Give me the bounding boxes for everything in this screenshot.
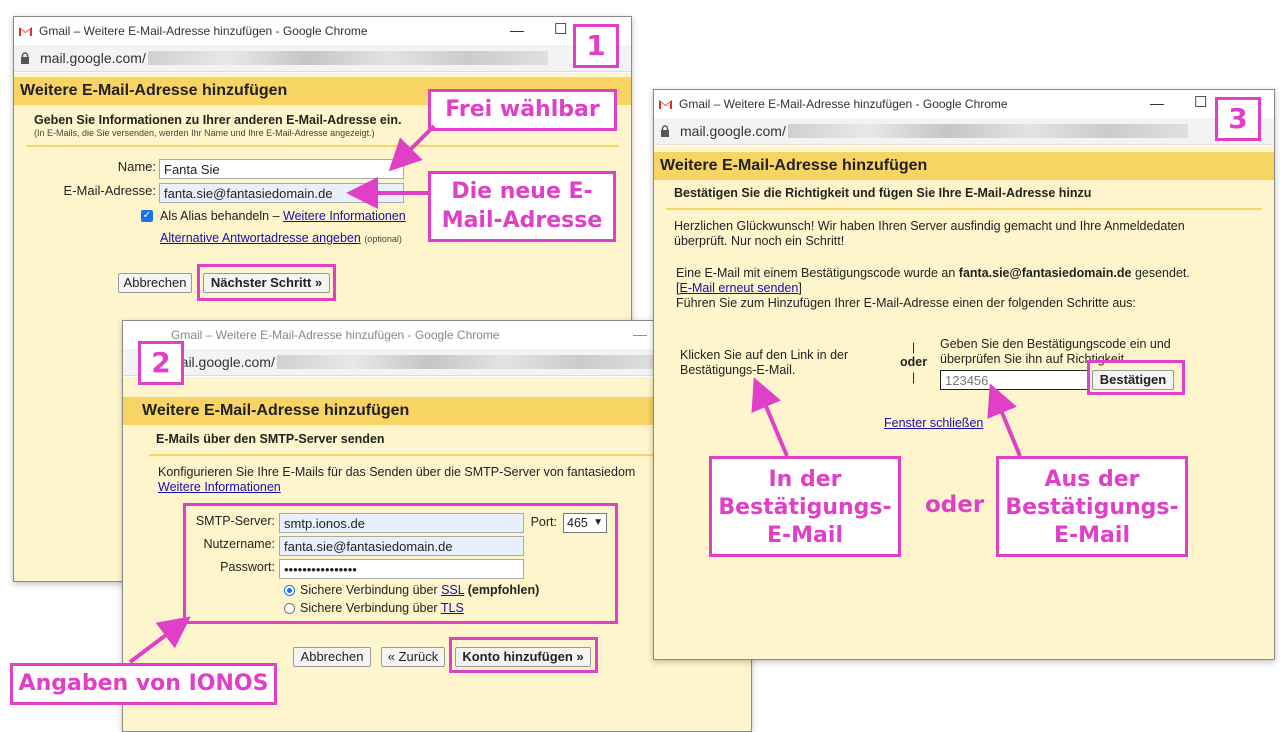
resend-row: [E-Mail erneut senden] <box>676 281 802 295</box>
resend-link[interactable]: E-Mail erneut senden <box>679 281 798 295</box>
cancel-button[interactable]: Abbrechen <box>293 647 371 667</box>
url-redacted <box>147 51 548 65</box>
sent-email: fanta.sie@fantasiedomain.de <box>958 266 1132 280</box>
window-title: Gmail – Weitere E-Mail-Adresse hinzufüge… <box>171 328 500 342</box>
highlight-confirm <box>1087 360 1185 395</box>
alias-checkbox[interactable]: ✓ <box>141 210 153 222</box>
close-window-link[interactable]: Fenster schließen <box>884 416 983 430</box>
url-redacted <box>787 124 1188 138</box>
maximize-icon[interactable]: ☐ <box>554 20 567 38</box>
gmail-icon <box>659 100 672 109</box>
code-input[interactable] <box>940 370 1090 390</box>
email-label: E-Mail-Adresse: <box>63 183 156 198</box>
callout-aus-mail: Aus der Bestätigungs-E-Mail <box>996 456 1188 557</box>
or-label: oder <box>900 355 928 369</box>
back-button[interactable]: « Zurück <box>381 647 445 667</box>
congrats-line-1: Herzlichen Glückwunsch! Wir haben Ihren … <box>674 219 1185 233</box>
alt-reply-row: Alternative Antwortadresse angeben (opti… <box>160 231 402 245</box>
instruction: Führen Sie zum Hinzufügen Ihrer E-Mail-A… <box>676 296 1136 310</box>
callout-ionos: Angaben von IONOS <box>10 663 277 705</box>
lock-icon <box>21 52 29 64</box>
sent-line: Eine E-Mail mit einem Bestätigungscode w… <box>676 266 1190 280</box>
divider <box>666 208 1262 210</box>
minimize-icon[interactable]: — <box>510 22 524 38</box>
callout-frei: Frei wählbar <box>428 89 617 131</box>
title-bar: Gmail – Weitere E-Mail-Adresse hinzufüge… <box>654 90 1274 118</box>
url-redacted <box>276 355 657 369</box>
callout-neue-email: Die neue E-Mail-Adresse <box>428 171 616 242</box>
smtp-intro: Konfigurieren Sie Ihre E-Mails für das S… <box>158 465 636 479</box>
highlight-add-account <box>449 637 598 673</box>
divider <box>26 145 619 147</box>
dialog-header: Weitere E-Mail-Adresse hinzufügen <box>654 152 1274 180</box>
left-option-1: Klicken Sie auf den Link in der <box>680 348 849 362</box>
address-bar[interactable]: mail.google.com/ <box>654 118 1274 145</box>
cancel-button[interactable]: Abbrechen <box>118 273 192 293</box>
callout-oder: oder <box>925 492 985 518</box>
window-title: Gmail – Weitere E-Mail-Adresse hinzufüge… <box>679 97 1008 111</box>
dialog-subtitle: Geben Sie Informationen zu Ihrer anderen… <box>34 113 402 127</box>
gmail-icon <box>19 27 32 36</box>
highlight-smtp-fields <box>183 503 618 624</box>
alt-reply-link[interactable]: Alternative Antwortadresse angeben <box>160 231 361 245</box>
sent-suffix: gesendet. <box>1134 266 1190 280</box>
url-text: mail.google.com/ <box>680 123 786 139</box>
alias-info-link[interactable]: Weitere Informationen <box>283 209 406 223</box>
highlight-next-step <box>197 264 336 301</box>
window-title: Gmail – Weitere E-Mail-Adresse hinzufüge… <box>39 24 368 38</box>
separator-bottom: | <box>912 370 916 384</box>
dialog-subtitle: E-Mails über den SMTP-Server senden <box>156 432 385 446</box>
more-info-link[interactable]: Weitere Informationen <box>158 480 281 494</box>
right-option-1: Geben Sie den Bestätigungscode ein und <box>940 337 1171 351</box>
minimize-icon[interactable]: — <box>1150 95 1164 111</box>
alias-label: Als Alias behandeln – <box>160 209 280 223</box>
url-text: mail.google.com/ <box>40 50 146 66</box>
name-input[interactable]: Fanta Sie <box>159 159 404 179</box>
lock-icon <box>661 125 669 137</box>
step-number-2: 2 <box>138 341 184 385</box>
dialog-note: (In E-Mails, die Sie versenden, werden I… <box>34 128 375 138</box>
alias-row: Als Alias behandeln – Weitere Informatio… <box>160 209 406 223</box>
name-label: Name: <box>117 159 156 174</box>
step-number-1: 1 <box>573 24 619 68</box>
address-bar[interactable]: mail.google.com/ <box>14 45 631 72</box>
congrats-line-2: überprüft. Nur noch ein Schritt! <box>674 234 845 248</box>
minimize-icon[interactable]: — <box>633 326 647 342</box>
title-bar: Gmail – Weitere E-Mail-Adresse hinzufüge… <box>14 17 631 45</box>
email-input[interactable]: fanta.sie@fantasiedomain.de <box>159 183 404 203</box>
maximize-icon[interactable]: ☐ <box>1194 93 1207 111</box>
optional-label: (optional) <box>364 234 402 244</box>
sent-prefix: Eine E-Mail mit einem Bestätigungscode w… <box>676 266 956 280</box>
dialog-content: Weitere E-Mail-Adresse hinzufügen Bestät… <box>654 146 1274 659</box>
callout-in-mail: In der Bestätigungs-E-Mail <box>709 456 901 557</box>
url-text: mail.google.com/ <box>169 354 275 370</box>
dialog-subtitle: Bestätigen Sie die Richtigkeit und fügen… <box>674 186 1092 200</box>
left-option-2: Bestätigungs-E-Mail. <box>680 363 796 377</box>
separator-top: | <box>912 340 916 354</box>
step-number-3: 3 <box>1215 97 1261 141</box>
